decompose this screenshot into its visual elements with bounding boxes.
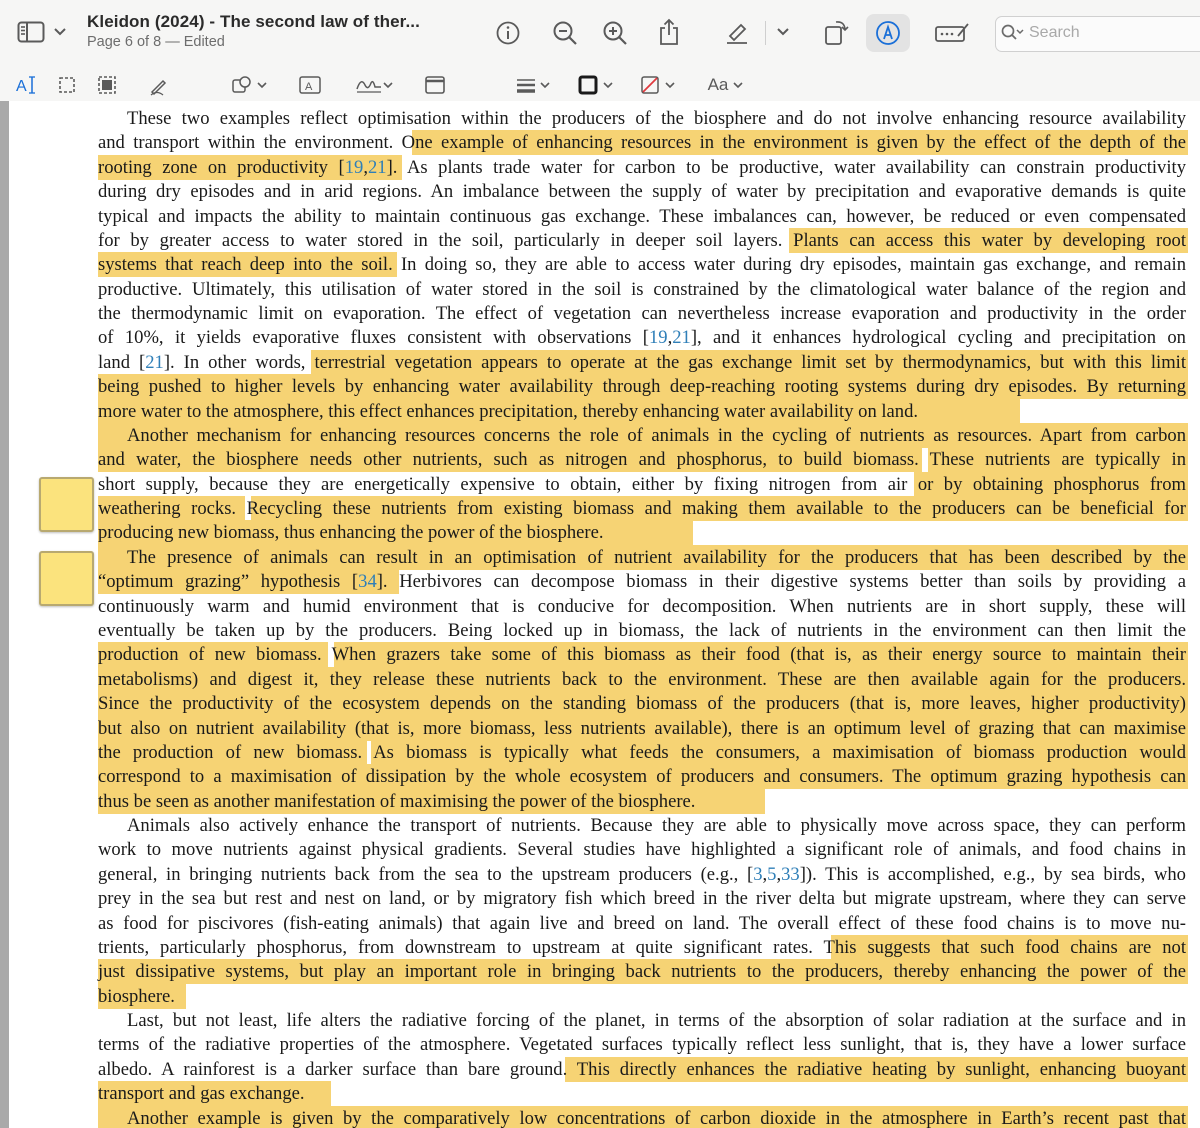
text-line: continuously warm and humid environment … — [98, 595, 1186, 617]
text-line: short supply, because they are energetic… — [98, 473, 1186, 495]
text-line: and transport within the environment. On… — [98, 132, 1186, 154]
text-line: for by greater access to water stored in… — [98, 229, 1186, 251]
fill-color-icon[interactable] — [638, 74, 680, 96]
text-line: as food for piscivores (fish-eating anim… — [98, 912, 1186, 934]
text-line: producing new biomass, thus enhancing th… — [98, 522, 604, 544]
search-placeholder: Search — [1029, 24, 1080, 41]
citation-link[interactable]: 21 — [145, 352, 164, 373]
text-line: productive. Ultimately, this utilisation… — [98, 278, 1186, 300]
highlighter-icon[interactable] — [723, 18, 751, 46]
markup-icon[interactable] — [874, 19, 902, 47]
text-line: Another example is given by the comparat… — [127, 1107, 1186, 1128]
text-line: thus be seen as another manifestation of… — [98, 790, 696, 812]
text-line: Animals also actively enhance the transp… — [127, 815, 1186, 837]
info-icon[interactable] — [494, 19, 522, 47]
text-line: production of new biomass. When grazers … — [98, 644, 1186, 666]
text-line: Since the productivity of the ecosystem … — [98, 693, 1186, 715]
rotate-icon[interactable] — [821, 17, 851, 47]
text-line: prey in the sea but rest and nest on lan… — [98, 888, 1186, 910]
citation-link[interactable]: 21 — [368, 157, 387, 178]
citation-link[interactable]: 19 — [649, 327, 668, 348]
svg-text:A: A — [16, 78, 27, 95]
text-line: eventually be taken up by the producers.… — [98, 619, 1186, 641]
sidebar-icon[interactable] — [16, 20, 46, 44]
sticky-note[interactable] — [39, 477, 94, 532]
textbox-icon[interactable]: A — [298, 75, 322, 95]
citation-link[interactable]: 5 — [767, 864, 776, 885]
text-line: trients, particularly phosphorus, from d… — [98, 936, 1186, 958]
citation-link[interactable]: 21 — [672, 327, 691, 348]
text-line: weathering rocks. Recycling these nutrie… — [98, 498, 1186, 520]
text-line: the production of new biomass. As biomas… — [98, 741, 1186, 763]
svg-text:A: A — [305, 81, 313, 93]
citation-link[interactable]: 19 — [345, 157, 364, 178]
text-line: Last, but not least, life alters the rad… — [127, 1010, 1186, 1032]
text-line: during dry episodes and in arid regions.… — [98, 181, 1186, 203]
form-fill-icon[interactable] — [935, 22, 969, 44]
citation-link[interactable]: 33 — [781, 864, 800, 885]
text-line: correspond to a maximisation of dissipat… — [98, 766, 1186, 788]
search-field[interactable] — [995, 16, 1200, 52]
document-subtitle: Page 6 of 8 — Edited — [87, 34, 225, 50]
text-line: general, in bringing nutrients back from… — [98, 863, 1186, 885]
text-line: systems that reach deep into the soil. I… — [98, 254, 1186, 276]
chevron-down-icon[interactable] — [52, 24, 68, 40]
zoom-out-icon[interactable] — [551, 19, 579, 47]
sidebar-edge — [0, 101, 9, 1128]
font-style-icon[interactable]: Aa — [706, 74, 748, 96]
document-title: Kleidon (2024) - The second law of ther.… — [87, 12, 420, 31]
text-line: but also on nutrient availability (that … — [98, 717, 1186, 739]
rect-selection-icon[interactable] — [58, 76, 76, 94]
text-line: “optimum grazing” hypothesis [34]. Herbi… — [98, 571, 1186, 593]
note-icon[interactable] — [424, 75, 446, 95]
citation-link[interactable]: 34 — [358, 571, 377, 592]
text-line: metabolisms) and digest it, they release… — [98, 668, 1186, 690]
text-line: The presence of animals can result in an… — [127, 546, 1186, 568]
text-line: terms of the radiative properties of the… — [98, 1034, 1186, 1056]
text-line: of 10%, it yields evaporative fluxes con… — [98, 327, 1186, 349]
zoom-in-icon[interactable] — [601, 19, 629, 47]
cut-previous-line: p — [98, 101, 1186, 105]
citation-link[interactable]: 3 — [753, 864, 762, 885]
text-line: work to move nutrients against physical … — [98, 839, 1186, 861]
font-style-label: Aa — [707, 75, 729, 94]
text-line: more water to the atmosphere, this effec… — [98, 400, 919, 422]
text-selection-icon[interactable]: A — [16, 74, 38, 96]
line-style-icon[interactable] — [512, 74, 554, 96]
text-line: albedo. A rainforest is a darker surface… — [98, 1058, 1186, 1080]
text-line: biosphere. — [98, 985, 175, 1007]
pdf-page[interactable]: p These two examples reflect optimisatio… — [9, 101, 1200, 1128]
search-icon — [1001, 23, 1025, 43]
sticky-note[interactable] — [39, 551, 94, 606]
text-line: the thermodynamic limit on evaporation. … — [98, 303, 1186, 325]
shapes-icon[interactable] — [230, 74, 272, 96]
lasso-selection-icon[interactable] — [97, 75, 117, 95]
sketch-icon[interactable] — [148, 75, 170, 97]
text-line: being pushed to higher levels by enhanci… — [98, 376, 1186, 398]
chevron-down-icon[interactable] — [775, 24, 791, 40]
text-line: typical and impacts the ability to maint… — [98, 205, 1186, 227]
text-line: land [21]. In other words, terrestrial v… — [98, 351, 1187, 373]
text-line: just dissipative systems, but play an im… — [98, 961, 1186, 983]
text-line: rooting zone on productivity [19,21]. As… — [98, 156, 1186, 178]
text-line: transport and gas exchange. — [98, 1083, 305, 1105]
text-line: and water, the biosphere needs other nut… — [98, 449, 1186, 471]
toolbar: Kleidon (2024) - The second law of ther.… — [0, 0, 1200, 102]
text-line: These two examples reflect optimisation … — [127, 108, 1186, 129]
border-color-icon[interactable] — [576, 74, 618, 96]
text-line: Another mechanism for enhancing resource… — [127, 424, 1186, 446]
share-icon[interactable] — [656, 17, 682, 47]
sign-icon[interactable] — [354, 74, 396, 96]
